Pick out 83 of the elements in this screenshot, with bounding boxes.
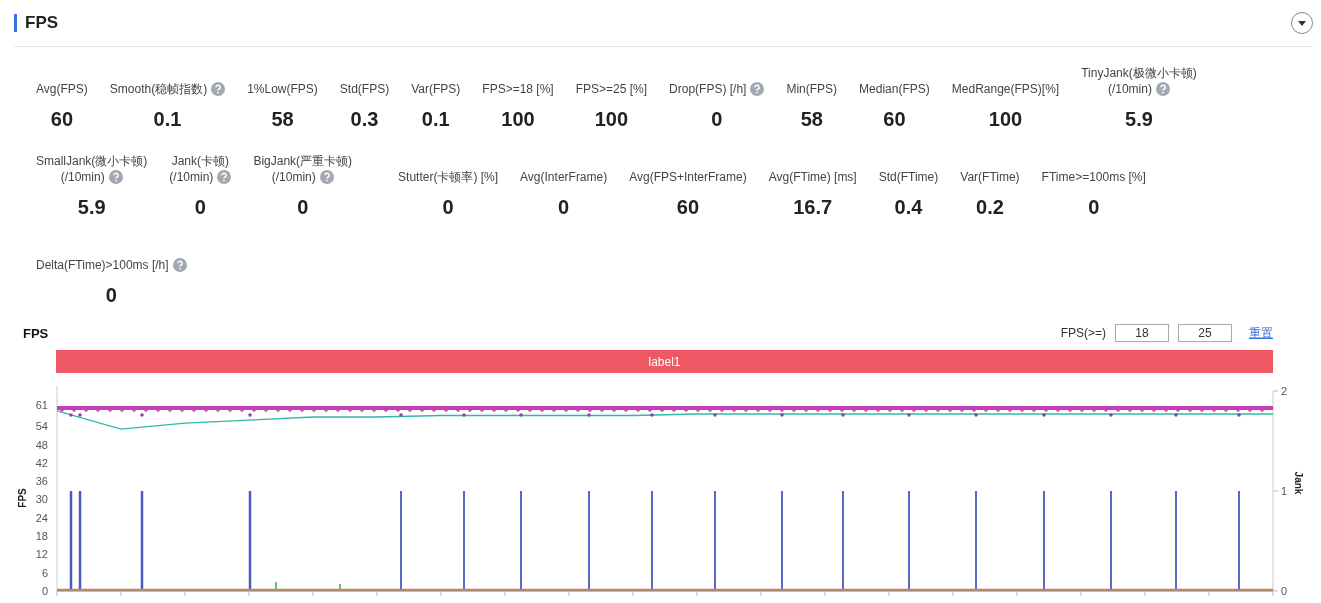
metric-label: Median(FPS) [859,81,930,97]
caret-icon [1297,19,1307,27]
axis-tick-label: 36 [35,475,48,488]
metric-label: Min(FPS) [786,81,838,97]
metric-value: 0 [105,283,117,307]
metric-value: 5.9 [1125,107,1153,131]
help-icon[interactable] [172,258,187,272]
metric-unit: (/10min) [1107,81,1152,97]
help-icon[interactable] [211,82,226,96]
axis-tick-label: 0 [41,585,48,597]
metric-value: 0.1 [421,107,450,131]
help-icon[interactable] [217,170,232,184]
metric-label: Std(FPS) [339,81,390,97]
metric-value: 0 [558,195,570,219]
metric-unit: (/10min) [60,169,105,185]
metric-value: 0 [442,195,454,219]
axis-tick-label: 48 [35,438,48,451]
metric-label: Var(FPS) [411,81,461,97]
metric-label: FPS>=25 [%] [575,81,648,97]
metric-value: 0.2 [976,195,1004,219]
metric-value: 100 [594,107,629,131]
metric-value: 60 [883,107,906,131]
metric-label: MedRange(FPS)[%] [951,81,1060,97]
chart-title: FPS [23,325,49,341]
metric-value: 0 [711,107,723,131]
metric-unit: (/10min) [271,169,316,185]
axis-title: Jank [1293,471,1304,495]
metric-value: 100 [501,107,535,131]
metric-label: Avg(FPS+InterFrame) [629,169,747,185]
metric-label: Avg(InterFrame) [520,169,608,185]
metric-label: Stutter(卡顿率) [%] [398,169,499,185]
axis-tick-label: 24 [35,511,48,524]
axis-tick-label: 2 [1281,386,1288,397]
metric-value: 60 [50,107,73,131]
axis-tick-label: 6 [41,566,48,579]
metric-label: BigJank(严重卡顿) [253,153,353,169]
metric-label: Smooth(稳帧指数) [109,81,208,97]
metric-label: Std(FTime) [878,169,939,185]
help-icon[interactable] [750,82,765,96]
metric-label: FTime>=100ms [%] [1041,169,1146,185]
metric-label: SmallJank(微小卡顿) [36,153,148,169]
axis-tick-label: 1 [1281,485,1288,497]
metric-value: 16.7 [793,195,833,219]
metric-label: Avg(FTime) [ms] [768,169,857,185]
axis-tick-label: 12 [35,548,48,561]
metric-value: 0.4 [894,195,923,219]
metric-label: Var(FTime) [960,169,1020,185]
threshold-input[interactable]: 25 [1178,324,1232,342]
axis-title: FPS [17,488,28,508]
metric-label: Delta(FTime)>100ms [/h] [36,257,169,273]
metric-value: 58 [271,107,294,131]
help-icon[interactable] [108,170,123,184]
axis-tick-label: 0 [1281,585,1288,597]
axis-tick-label: 30 [35,493,48,506]
collapse-button[interactable] [1291,12,1313,34]
metric-value: 60 [676,195,700,219]
label-bar: label1 [56,350,1273,373]
title-accent-bar [14,14,17,32]
threshold-input[interactable]: 18 [1115,324,1169,342]
reset-link[interactable]: 重置 [1249,324,1273,342]
threshold-label: FPS(>=) [1060,326,1106,340]
metric-value: 0 [194,195,206,219]
metric-value: 5.9 [77,195,106,219]
metric-value: 0 [1088,195,1100,219]
metric-value: 0 [297,195,309,219]
axis-tick-label: 61 [35,398,48,411]
metric-label: Drop(FPS) [/h] [669,81,747,97]
axis-tick-label: 42 [35,456,48,469]
help-icon[interactable] [1155,82,1170,96]
help-icon[interactable] [319,170,334,184]
metric-value: 0.1 [153,107,182,131]
metric-value: 100 [988,107,1023,131]
metric-unit: (/10min) [169,169,214,185]
axis-tick-label: 18 [35,530,48,543]
metric-label: Jank(卡顿) [171,153,230,169]
metric-label: TinyJank(极微小卡顿) [1081,65,1197,81]
metric-value: 58 [800,107,823,131]
metric-label: FPS>=18 [%] [482,81,554,97]
metric-label: 1%Low(FPS) [247,81,318,97]
metric-label: Avg(FPS) [36,81,88,97]
metric-value: 0.3 [350,107,379,131]
axis-tick-label: 54 [35,420,48,433]
section-title: FPS [25,13,60,33]
